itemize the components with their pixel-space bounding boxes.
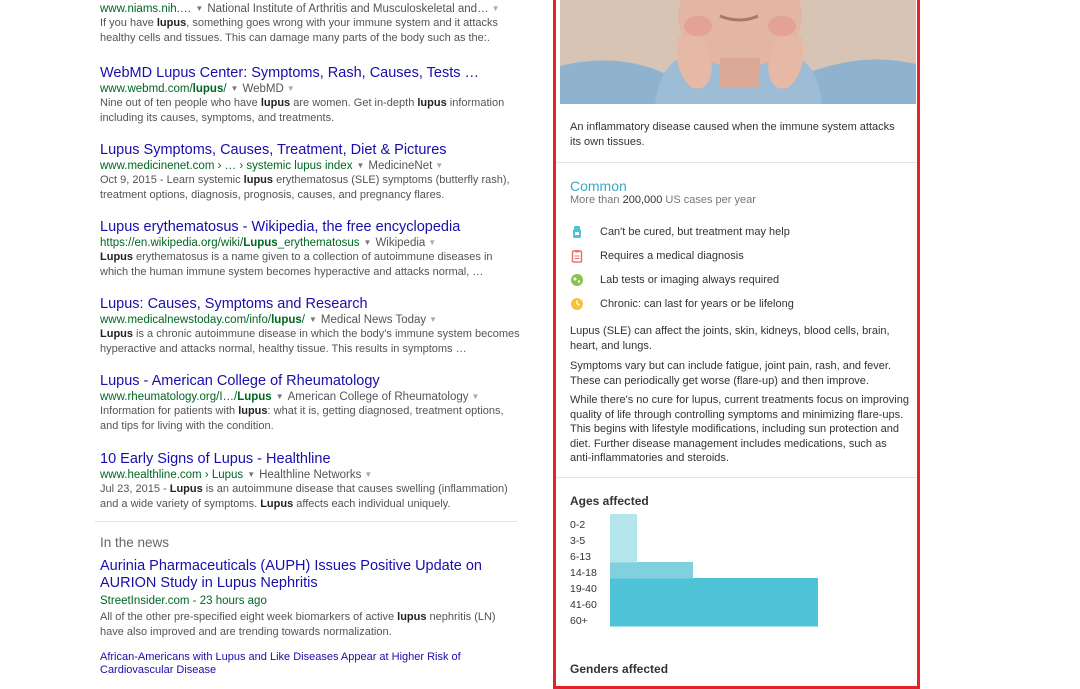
dropdown-caret-icon[interactable]: ▼ xyxy=(356,161,364,170)
age-tick-label: 60+ xyxy=(570,615,588,627)
result-source: Healthline Networks xyxy=(259,469,362,481)
result-title-link[interactable]: Lupus: Causes, Symptoms and Research xyxy=(100,296,520,313)
dropdown-caret-icon[interactable]: ▼ xyxy=(364,470,372,479)
dropdown-caret-icon[interactable]: ▼ xyxy=(435,161,443,170)
result-url: www.rheumatology.org/I…/Lupus ▼ American C… xyxy=(100,390,520,404)
age-tick-label: 6-13 xyxy=(570,551,591,563)
age-bar xyxy=(610,578,818,595)
age-bar xyxy=(610,610,818,627)
search-result: 10 Early Signs of Lupus - Healthline www.… xyxy=(100,451,520,511)
age-tick-label: 14-18 xyxy=(570,567,597,579)
result-snippet: Lupus erythematosus is a name given to a… xyxy=(100,251,493,278)
result-source: American College of Rheumatology xyxy=(287,391,469,403)
age-tick-label: 3-5 xyxy=(570,535,585,547)
result-url: www.medicalnewstoday.com/info/lupus/ ▼ Med… xyxy=(100,313,520,327)
result-url: www.webmd.com/lupus/ ▼ WebMD ▼ xyxy=(100,82,520,96)
dropdown-caret-icon[interactable]: ▼ xyxy=(276,392,284,401)
dropdown-caret-icon[interactable]: ▼ xyxy=(428,238,436,247)
search-result: Lupus - American College of Rheumatology… xyxy=(100,373,520,433)
result-url-text: https://en.wikipedia.org/wiki/Lupus_eryt… xyxy=(100,237,360,249)
age-bar xyxy=(610,562,693,579)
results-divider xyxy=(95,521,517,522)
age-bar xyxy=(610,594,818,611)
news-top-title[interactable]: Aurinia Pharmaceuticals (AUPH) Issues Po… xyxy=(100,558,500,592)
result-url-text: www.medicalnewstoday.com/info/lupus/ xyxy=(100,314,305,326)
dropdown-caret-icon[interactable]: ▼ xyxy=(364,238,372,247)
search-result: WebMD Lupus Center: Symptoms, Rash, Caus… xyxy=(100,65,520,125)
result-title-link[interactable]: Lupus - American College of Rheumatology xyxy=(100,373,520,390)
search-result: Lupus Symptoms, Causes, Treatment, Diet … xyxy=(100,142,520,202)
genders-affected-title: Genders affected xyxy=(570,662,669,676)
news-sub-link[interactable]: African-Americans with Lupus and Like Di… xyxy=(100,651,500,677)
age-bar xyxy=(610,514,637,531)
dropdown-caret-icon[interactable]: ▼ xyxy=(492,4,500,13)
age-tick-label: 19-40 xyxy=(570,583,597,595)
age-tick-label: 0-2 xyxy=(570,519,585,531)
result-snippet: If you have lupus, something goes wrong … xyxy=(100,17,499,44)
age-bar xyxy=(610,530,637,547)
dropdown-caret-icon[interactable]: ▼ xyxy=(195,4,203,13)
dropdown-caret-icon[interactable]: ▼ xyxy=(309,315,317,324)
age-tick-label: 41-60 xyxy=(570,599,597,611)
knowledge-panel: An inflammatory disease caused when the … xyxy=(553,0,920,689)
dropdown-caret-icon[interactable]: ▼ xyxy=(287,84,295,93)
result-url-text: www.rheumatology.org/I…/Lupus xyxy=(100,391,272,403)
result-title-link[interactable]: WebMD Lupus Center: Symptoms, Rash, Caus… xyxy=(100,65,520,82)
result-snippet: Nine out of ten people who have lupus ar… xyxy=(100,97,505,124)
result-url: www.niams.nih.… ▼ National Institute of Ar… xyxy=(100,2,520,16)
result-source: Medical News Today xyxy=(320,314,427,326)
result-source: Wikipedia xyxy=(375,237,426,249)
result-url-text: www.niams.nih.… xyxy=(100,3,192,15)
news-heading: In the news xyxy=(100,535,170,550)
result-snippet: Oct 9, 2015 - Learn systemic lupus eryth… xyxy=(100,174,510,201)
news-top-meta: StreetInsider.com - 23 hours ago xyxy=(100,595,267,607)
dropdown-caret-icon[interactable]: ▼ xyxy=(472,392,480,401)
dropdown-caret-icon[interactable]: ▼ xyxy=(429,315,437,324)
result-source: WebMD xyxy=(242,83,284,95)
result-source: MedicineNet xyxy=(368,160,433,172)
result-source: National Institute of Arthritis and Musc… xyxy=(207,3,489,15)
news-top-snippet: All of the other pre-specified eight wee… xyxy=(100,611,496,638)
ages-affected-chart: 0-2 3-5 6-13 14-18 19-40 41-60 60+ xyxy=(570,514,818,627)
result-title-link[interactable]: Lupus erythematosus - Wikipedia, the fre… xyxy=(100,219,520,236)
result-url-text: www.healthline.com › Lupus xyxy=(100,469,244,481)
result-snippet: Information for patients with lupus: wha… xyxy=(100,405,504,432)
result-snippet: Jul 23, 2015 - Lupus is an autoimmune di… xyxy=(100,483,508,510)
age-bar xyxy=(610,546,637,563)
search-result: www.niams.nih.… ▼ National Institute of Ar… xyxy=(100,2,520,45)
result-url-text: www.medicinenet.com › … › systemic lupus… xyxy=(100,160,353,172)
search-result: Lupus erythematosus - Wikipedia, the fre… xyxy=(100,219,520,279)
result-title-link[interactable]: Lupus Symptoms, Causes, Treatment, Diet … xyxy=(100,142,520,159)
result-url-text: www.webmd.com/lupus/ xyxy=(100,83,227,95)
result-url: https://en.wikipedia.org/wiki/Lupus_eryt… xyxy=(100,236,520,250)
result-title-link[interactable]: 10 Early Signs of Lupus - Healthline xyxy=(100,451,520,468)
dropdown-caret-icon[interactable]: ▼ xyxy=(247,470,255,479)
search-result: Lupus: Causes, Symptoms and Research www.… xyxy=(100,296,520,356)
news-top-story: Aurinia Pharmaceuticals (AUPH) Issues Po… xyxy=(100,558,520,677)
result-snippet: Lupus is a chronic autoimmune disease in… xyxy=(100,328,520,355)
result-url: www.medicinenet.com › … › systemic lupus… xyxy=(100,159,520,173)
result-url: www.healthline.com › Lupus ▼ Healthline Ne… xyxy=(100,468,520,482)
dropdown-caret-icon[interactable]: ▼ xyxy=(231,84,239,93)
